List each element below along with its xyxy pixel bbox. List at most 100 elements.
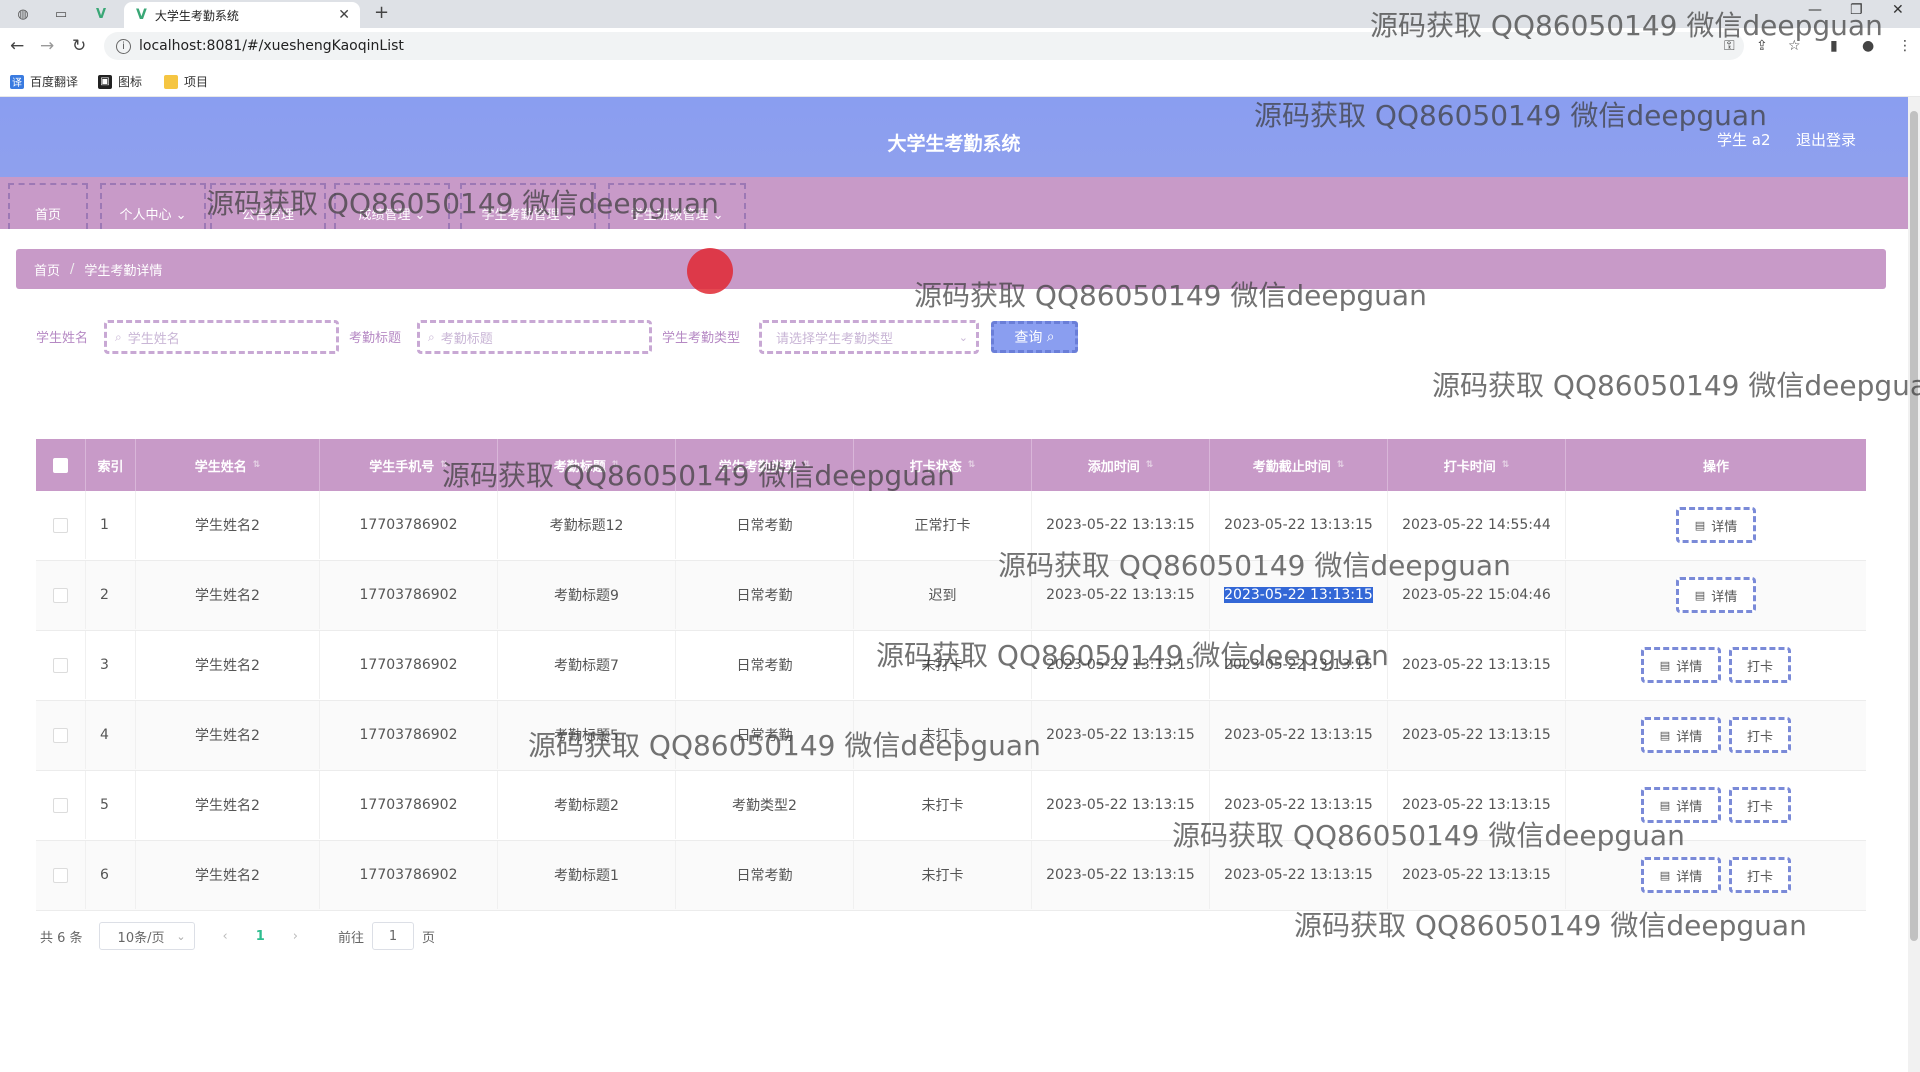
row-added-time: 2023-05-22 13:13:15 <box>1032 701 1210 769</box>
info-icon[interactable]: i <box>116 38 131 54</box>
row-student-name: 学生姓名2 <box>136 701 320 769</box>
title-search-input[interactable]: ⌕ 考勤标题 <box>417 320 652 354</box>
col-type[interactable]: 学生考勤类型 ⇅ <box>676 439 854 491</box>
row-checkbox[interactable] <box>53 797 68 813</box>
query-button[interactable]: 查询 ⌕ <box>991 321 1078 353</box>
row-punch-time: 2023-05-22 13:13:15 <box>1388 701 1566 769</box>
row-added-time: 2023-05-22 13:13:15 <box>1032 631 1210 699</box>
chevron-down-icon: ⌄ <box>563 208 575 223</box>
row-added-time: 2023-05-22 13:13:15 <box>1032 841 1210 909</box>
page-number[interactable]: 1 <box>256 929 265 944</box>
forward-icon[interactable]: → <box>40 36 54 56</box>
page-size-select[interactable]: 10条/页 ⌄ <box>98 922 195 950</box>
row-student-name: 学生姓名2 <box>136 561 320 629</box>
back-icon[interactable]: ← <box>10 36 24 56</box>
detail-button[interactable]: ▤ 详情 <box>1676 507 1756 543</box>
sort-icon[interactable]: ⇅ <box>968 460 976 470</box>
key-icon[interactable]: ⚿ <box>1724 38 1735 54</box>
restore-icon[interactable]: ❐ <box>1850 2 1863 18</box>
menu-icon[interactable]: ⋮ <box>1898 38 1912 54</box>
close-tab-icon[interactable]: ✕ <box>338 7 350 23</box>
name-search-input[interactable]: ⌕ 学生姓名 <box>104 320 339 354</box>
bookmark-item[interactable]: 译 百度翻译 <box>10 73 78 90</box>
nav-item-attendance[interactable]: 学生考勤管理 ⌄ <box>460 183 596 229</box>
globe-icon[interactable]: ◍ <box>6 2 40 26</box>
nav-item-class[interactable]: 学生班级管理 ⌄ <box>608 183 746 229</box>
row-type: 日常考勤 <box>676 631 854 699</box>
sort-icon[interactable]: ⇅ <box>440 460 448 470</box>
bookmark-item[interactable]: ▣ 图标 <box>98 73 142 90</box>
row-phone: 17703786902 <box>320 771 498 839</box>
star-icon[interactable]: ☆ <box>1788 38 1801 54</box>
detail-button[interactable]: ▤ 详情 <box>1641 857 1721 893</box>
chevron-down-icon: ⌄ <box>414 208 426 223</box>
table-row: 1 学生姓名2 17703786902 考勤标题12 日常考勤 正常打卡 2023-05-2… <box>36 491 1866 561</box>
chevron-down-icon: ⌄ <box>175 208 187 223</box>
logout-link[interactable]: 退出登录 <box>1796 129 1856 150</box>
nav-item-grades[interactable]: 成绩管理 ⌄ <box>334 183 450 229</box>
row-select-cell <box>36 771 86 839</box>
nav-item-notice[interactable]: 公告管理 <box>210 183 326 229</box>
profile-icon[interactable]: ● <box>1862 38 1874 54</box>
bookmark-item[interactable]: 项目 <box>164 73 208 90</box>
sort-icon[interactable]: ⇅ <box>612 460 620 470</box>
row-deadline: 2023-05-22 13:13:15 <box>1210 561 1388 629</box>
tab-icon[interactable]: ▭ <box>44 2 78 26</box>
punch-button[interactable]: 打卡 <box>1729 647 1791 683</box>
col-deadline[interactable]: 考勤截止时间 ⇅ <box>1210 439 1388 491</box>
col-title[interactable]: 考勤标题 ⇅ <box>498 439 676 491</box>
row-checkbox[interactable] <box>53 587 68 603</box>
sort-icon[interactable]: ⇅ <box>1502 460 1510 470</box>
sort-icon[interactable]: ⇅ <box>1337 460 1345 470</box>
nav-item-home[interactable]: 首页 <box>8 183 88 229</box>
col-punch-time[interactable]: 打卡时间 ⇅ <box>1388 439 1566 491</box>
scrollbar-thumb[interactable] <box>1910 111 1918 941</box>
browser-tab-active[interactable]: V 大学生考勤系统 ✕ <box>124 2 360 28</box>
next-page-icon[interactable]: › <box>293 929 298 944</box>
row-punch-time: 2023-05-22 15:04:46 <box>1388 561 1566 629</box>
sort-icon[interactable]: ⇅ <box>803 460 811 470</box>
total-count: 共 6 条 <box>40 930 83 946</box>
row-actions: ▤ 详情 打卡 <box>1566 631 1866 699</box>
sidebar-icon[interactable]: ▮ <box>1830 38 1838 54</box>
col-student-name[interactable]: 学生姓名 ⇅ <box>136 439 320 491</box>
col-added[interactable]: 添加时间 ⇅ <box>1032 439 1210 491</box>
punch-button[interactable]: 打卡 <box>1729 857 1791 893</box>
detail-button[interactable]: ▤ 详情 <box>1676 577 1756 613</box>
row-deadline: 2023-05-22 13:13:15 <box>1210 701 1388 769</box>
page-scrollbar[interactable] <box>1908 97 1920 1072</box>
app-header: 大学生考勤系统 学生 a2 退出登录 <box>0 97 1908 177</box>
punch-button[interactable]: 打卡 <box>1729 787 1791 823</box>
breadcrumb-home[interactable]: 首页 <box>34 260 60 279</box>
reload-icon[interactable]: ↻ <box>72 36 86 56</box>
row-added-time: 2023-05-22 13:13:15 <box>1032 771 1210 839</box>
type-select[interactable]: 请选择学生考勤类型 ⌄ <box>759 320 979 354</box>
url-field[interactable]: i localhost:8081/#/xueshengKaoqinList <box>104 32 1744 60</box>
table-row: 2 学生姓名2 17703786902 考勤标题9 日常考勤 迟到 2023-05-22 1… <box>36 561 1866 631</box>
prev-page-icon[interactable]: ‹ <box>223 929 228 944</box>
row-checkbox[interactable] <box>53 657 68 673</box>
col-status[interactable]: 打卡状态 ⇅ <box>854 439 1032 491</box>
sort-icon[interactable]: ⇅ <box>253 460 261 470</box>
document-icon: ▤ <box>1659 728 1671 742</box>
detail-button[interactable]: ▤ 详情 <box>1641 647 1721 683</box>
click-indicator <box>687 248 733 294</box>
detail-button[interactable]: ▤ 详情 <box>1641 787 1721 823</box>
col-phone[interactable]: 学生手机号 ⇅ <box>320 439 498 491</box>
punch-button[interactable]: 打卡 <box>1729 717 1791 753</box>
row-type: 日常考勤 <box>676 701 854 769</box>
row-index: 2 <box>86 561 136 629</box>
nav-item-profile[interactable]: 个人中心 ⌄ <box>100 183 206 229</box>
close-window-icon[interactable]: ✕ <box>1892 2 1904 18</box>
row-checkbox[interactable] <box>53 727 68 743</box>
detail-button[interactable]: ▤ 详情 <box>1641 717 1721 753</box>
select-all-checkbox[interactable] <box>53 457 68 473</box>
new-tab-icon[interactable]: + <box>374 2 389 23</box>
vue-icon[interactable]: V <box>84 2 118 26</box>
sort-icon[interactable]: ⇅ <box>1146 460 1154 470</box>
row-checkbox[interactable] <box>53 867 68 883</box>
minimize-icon[interactable]: — <box>1808 2 1822 18</box>
share-icon[interactable]: ⇪ <box>1756 38 1768 54</box>
row-checkbox[interactable] <box>53 517 68 533</box>
goto-page-input[interactable]: 1 <box>372 922 415 950</box>
